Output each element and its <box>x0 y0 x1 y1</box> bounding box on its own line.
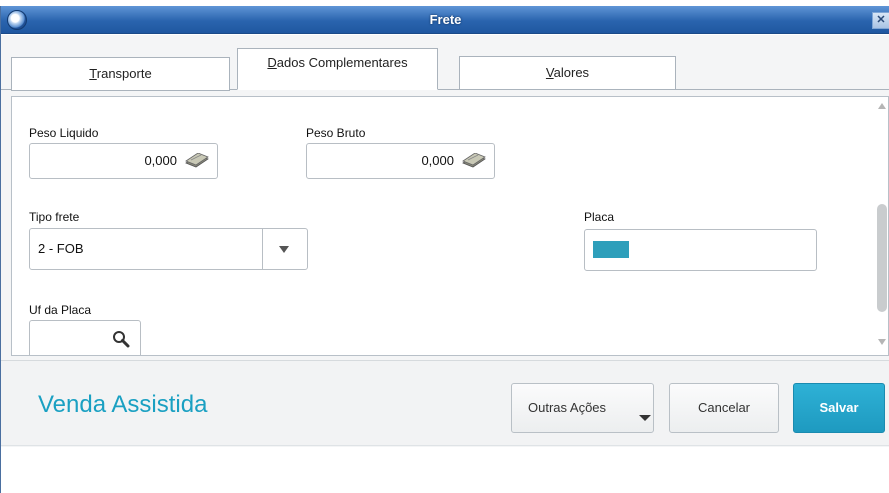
save-label: Salvar <box>819 400 859 415</box>
peso-bruto-field[interactable]: 0,000 <box>306 143 495 179</box>
search-icon[interactable] <box>112 330 130 348</box>
screen: Frete ✕ Transporte Dados Complementares … <box>0 0 889 493</box>
tipo-frete-value: 2 - FOB <box>38 241 84 256</box>
placa-value-highlight <box>593 241 629 258</box>
close-icon[interactable]: ✕ <box>872 12 889 29</box>
frete-dialog: Frete ✕ Transporte Dados Complementares … <box>0 6 889 493</box>
save-button[interactable]: Salvar <box>793 383 885 433</box>
money-icon[interactable] <box>184 153 210 169</box>
window-title: Frete <box>429 12 462 27</box>
dialog-body: Transporte Dados Complementares Valores … <box>1 35 889 493</box>
vertical-scrollbar[interactable] <box>874 97 888 355</box>
peso-liquido-field[interactable]: 0,000 <box>29 143 218 179</box>
tab-valores[interactable]: Valores <box>459 56 676 90</box>
peso-bruto-label: Peso Bruto <box>306 126 366 140</box>
brand-title: Venda Assistida <box>38 391 208 418</box>
footer-bar: Venda Assistida Outras Ações Cancelar Sa… <box>1 360 889 446</box>
form-panel: Peso Liquido 0,000 Peso Bruto 0,000 Tipo… <box>11 96 889 356</box>
tab-bar: Transporte Dados Complementares Valores <box>1 35 889 93</box>
chevron-down-icon <box>639 415 651 421</box>
placa-field[interactable] <box>584 229 817 271</box>
money-icon[interactable] <box>461 153 487 169</box>
tab-transporte-mnemonic: T <box>89 66 97 81</box>
peso-bruto-value: 0,000 <box>421 153 454 168</box>
other-actions-label: Outras Ações <box>528 400 607 415</box>
uf-placa-field[interactable] <box>29 320 141 355</box>
tipo-frete-label: Tipo frete <box>29 210 80 224</box>
tab-valores-mnemonic: V <box>545 65 554 80</box>
other-actions-button[interactable]: Outras Ações <box>511 383 654 433</box>
tab-dados-label: ados Complementares <box>276 55 408 70</box>
tab-dados-mnemonic: D <box>267 55 277 70</box>
tab-dados-complementares[interactable]: Dados Complementares <box>237 48 438 90</box>
scroll-down-icon[interactable] <box>878 339 886 345</box>
chevron-down-icon[interactable] <box>279 246 289 253</box>
tab-transporte-label: ransporte <box>96 66 152 81</box>
tipo-frete-select[interactable]: 2 - FOB <box>29 228 308 270</box>
title-bar[interactable]: Frete ✕ <box>1 6 889 34</box>
tab-valores-label: alores <box>553 65 590 80</box>
tab-transporte[interactable]: Transporte <box>11 57 230 91</box>
uf-placa-label: Uf da Placa <box>29 303 92 317</box>
peso-liquido-value: 0,000 <box>144 153 177 168</box>
scroll-up-icon[interactable] <box>878 103 886 109</box>
peso-liquido-label: Peso Liquido <box>29 126 99 140</box>
cancel-button[interactable]: Cancelar <box>669 383 779 433</box>
scroll-thumb[interactable] <box>877 204 887 312</box>
dialog-lower-area <box>1 447 889 493</box>
placa-label: Placa <box>584 210 615 224</box>
select-separator <box>262 229 263 269</box>
cancel-label: Cancelar <box>697 400 751 415</box>
